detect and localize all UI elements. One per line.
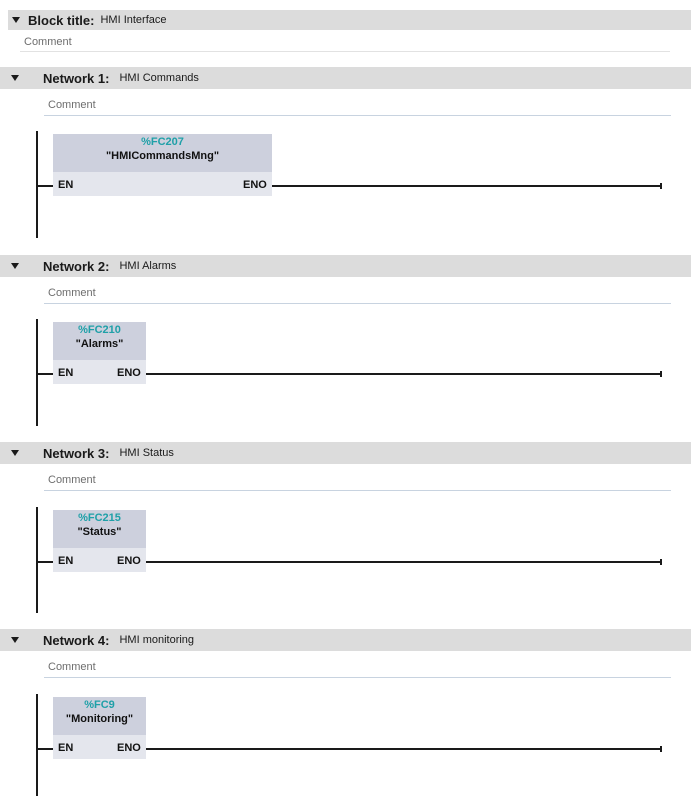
en-wire [37,185,53,187]
function-block-header: %FC210 "Alarms" [53,322,146,360]
fc-name[interactable]: "HMICommandsMng" [53,149,272,163]
eno-wire [146,748,662,750]
fc-name[interactable]: "Monitoring" [53,712,146,726]
collapse-triangle-icon[interactable] [11,637,19,643]
network-4-header[interactable]: Network 4: HMI monitoring [0,629,691,651]
wire-terminal [660,183,662,189]
network-label: Network 1: [43,70,110,86]
block-title-value[interactable]: HMI Interface [100,14,166,26]
network-comment-field[interactable]: Comment [44,656,671,678]
block-comment-field[interactable]: Comment [20,32,670,52]
network-title[interactable]: HMI Alarms [119,260,176,272]
block-title-label: Block title: [28,12,95,28]
wire-terminal [660,746,662,752]
fc-name[interactable]: "Alarms" [53,337,146,351]
collapse-triangle-icon[interactable] [11,450,19,456]
en-pin[interactable]: EN [58,742,73,755]
network-comment-field[interactable]: Comment [44,469,671,491]
network-2-header[interactable]: Network 2: HMI Alarms [0,255,691,277]
wire-terminal [660,559,662,565]
network-comment-field[interactable]: Comment [44,282,671,304]
eno-pin[interactable]: ENO [117,555,141,568]
fc-address[interactable]: %FC215 [53,512,146,525]
function-block-box[interactable]: %FC207 "HMICommandsMng" [53,134,272,196]
function-block-header: %FC207 "HMICommandsMng" [53,134,272,172]
en-pin[interactable]: EN [58,555,73,568]
eno-pin[interactable]: ENO [117,367,141,380]
eno-wire [146,373,662,375]
en-wire [37,373,53,375]
collapse-triangle-icon[interactable] [11,75,19,81]
eno-pin[interactable]: ENO [117,742,141,755]
function-block-header: %FC9 "Monitoring" [53,697,146,735]
network-label: Network 2: [43,258,110,274]
network-1-header[interactable]: Network 1: HMI Commands [0,67,691,89]
eno-pin[interactable]: ENO [243,179,267,192]
en-wire [37,748,53,750]
collapse-triangle-icon[interactable] [12,17,20,23]
network-title[interactable]: HMI Status [119,447,173,459]
network-comment-field[interactable]: Comment [44,94,671,116]
fc-address[interactable]: %FC210 [53,324,146,337]
en-wire [37,561,53,563]
power-rail [36,507,38,613]
network-3-header[interactable]: Network 3: HMI Status [0,442,691,464]
network-label: Network 4: [43,632,110,648]
fc-address[interactable]: %FC207 [53,136,272,149]
eno-wire [272,185,662,187]
network-title[interactable]: HMI Commands [119,72,198,84]
function-block-header: %FC215 "Status" [53,510,146,548]
en-pin[interactable]: EN [58,367,73,380]
block-title-bar[interactable]: Block title: HMI Interface [8,10,691,30]
fc-name[interactable]: "Status" [53,525,146,539]
collapse-triangle-icon[interactable] [11,263,19,269]
eno-wire [146,561,662,563]
power-rail [36,694,38,796]
network-title[interactable]: HMI monitoring [119,634,194,646]
wire-terminal [660,371,662,377]
fc-address[interactable]: %FC9 [53,699,146,712]
en-pin[interactable]: EN [58,179,73,192]
network-label: Network 3: [43,445,110,461]
